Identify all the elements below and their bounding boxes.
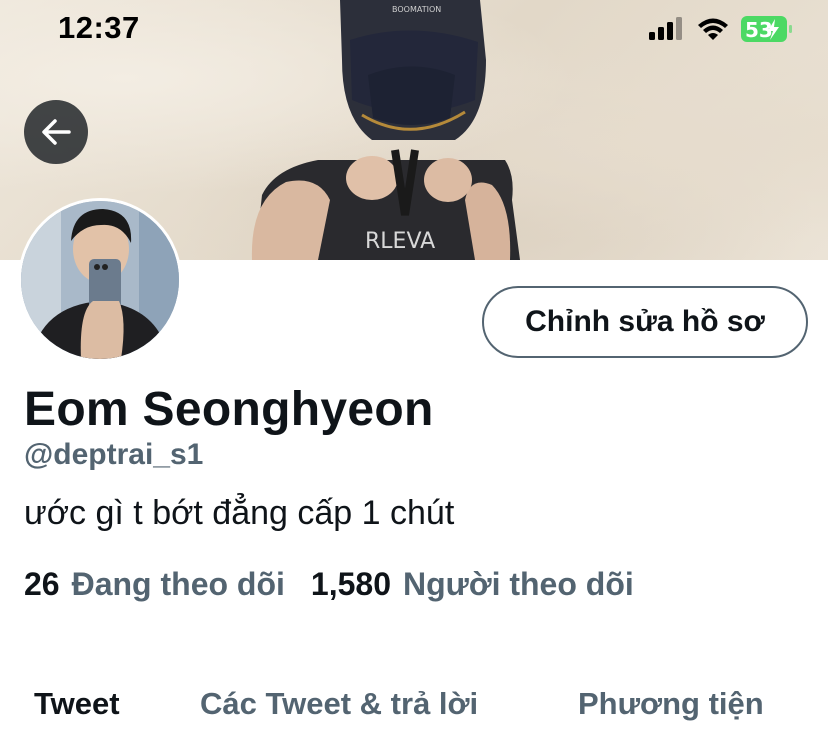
display-name: Eom Seonghyeon — [24, 383, 434, 436]
arrow-left-icon — [42, 119, 71, 145]
svg-text:BOOMATION: BOOMATION — [392, 5, 441, 14]
profile-tabs: Tweet Các Tweet & trả lời Phương tiện — [0, 686, 828, 734]
tab-tweets[interactable]: Tweet — [34, 686, 120, 722]
followers-link[interactable]: 1,580 Người theo dõi — [311, 566, 634, 603]
follow-stats: 26 Đang theo dõi 1,580 Người theo dõi — [24, 566, 634, 603]
status-icons: 53 — [649, 14, 794, 46]
battery-charging-icon: 53 — [741, 16, 792, 42]
back-button[interactable] — [24, 100, 88, 164]
avatar-photo — [21, 201, 179, 359]
following-link[interactable]: 26 Đang theo dõi — [24, 566, 285, 603]
following-label: Đang theo dõi — [71, 566, 285, 602]
profile-avatar[interactable] — [18, 198, 182, 362]
followers-count: 1,580 — [310, 566, 391, 602]
wifi-icon — [698, 18, 728, 40]
tab-media[interactable]: Phương tiện — [578, 686, 764, 722]
following-count: 26 — [24, 566, 60, 602]
followers-label: Người theo dõi — [402, 566, 634, 602]
status-time: 12:37 — [58, 10, 140, 45]
signal-icon — [649, 17, 682, 40]
user-handle: @deptrai_s1 — [24, 438, 204, 471]
user-bio: ước gì t bớt đẳng cấp 1 chút — [24, 494, 455, 532]
edit-profile-button[interactable]: Chỉnh sửa hồ sơ — [482, 286, 808, 358]
svg-text:RLEVA: RLEVA — [365, 229, 435, 254]
tab-tweets-and-replies[interactable]: Các Tweet & trả lời — [200, 686, 478, 722]
